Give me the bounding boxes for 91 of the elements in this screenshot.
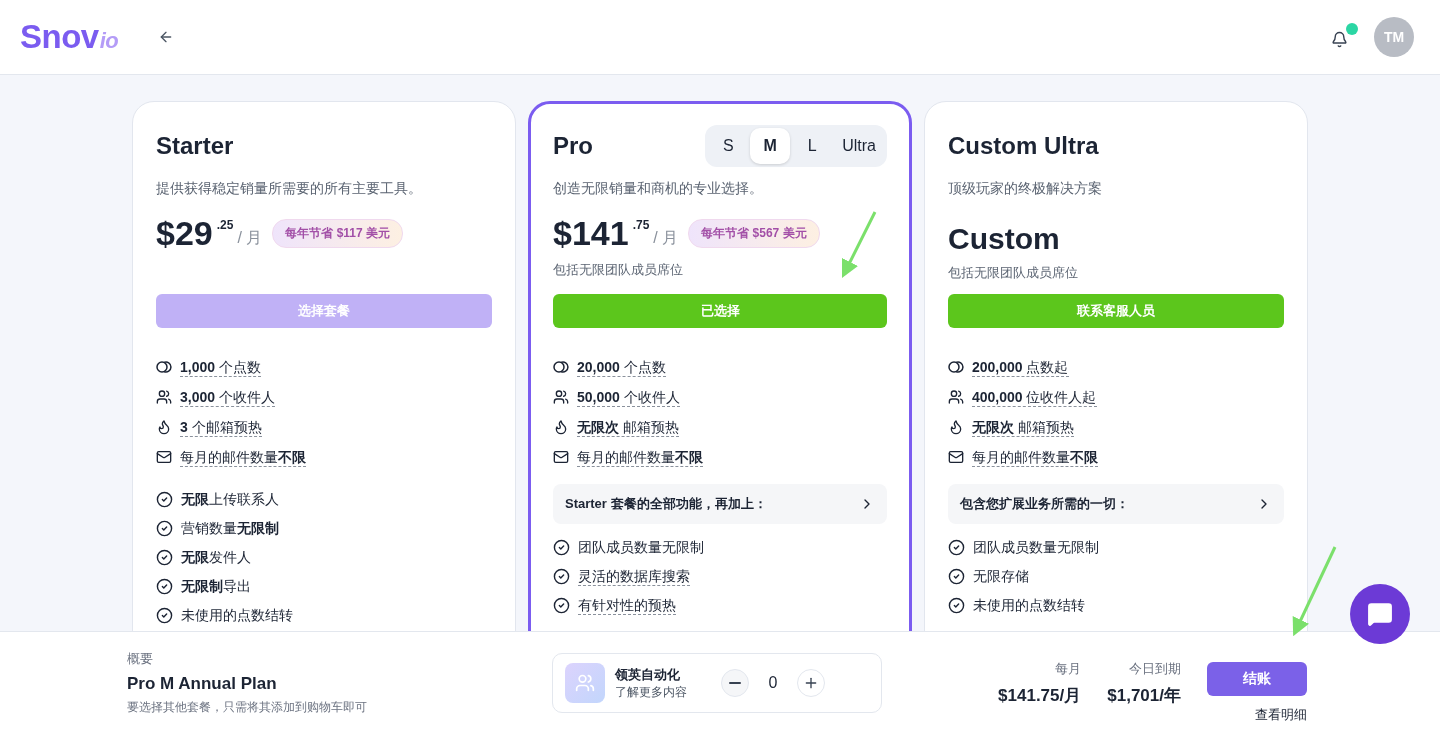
check-icon [948, 538, 965, 556]
usage-limit: 400,000 位收件人起 [972, 387, 1097, 407]
usage-limit: 每月的邮件数量不限 [180, 447, 306, 467]
usage-limit: 3,000 个收件人 [180, 387, 275, 407]
total-value: $1,701/年 [1107, 684, 1181, 707]
coins-icon [156, 359, 172, 375]
checkout-button[interactable]: 结账 [1207, 662, 1307, 696]
flame-icon [948, 419, 964, 435]
mail-icon [553, 449, 569, 465]
usage-limit: 每月的邮件数量不限 [972, 447, 1098, 467]
users-icon [553, 389, 569, 405]
feature-text: 未使用的点数结转 [181, 605, 293, 625]
check-icon [553, 567, 570, 585]
features-expander[interactable]: 包含您扩展业务所需的一切： [948, 484, 1284, 524]
quantity: 0 [767, 674, 779, 692]
addon-title: 领英自动化 [615, 665, 681, 684]
feature-text: 有针对性的预热 [578, 595, 676, 615]
total-label: 今日到期 [1129, 659, 1181, 678]
check-icon [948, 567, 965, 585]
size-option[interactable]: S [708, 128, 749, 164]
addon-icon [565, 663, 605, 703]
price-period: / 月 [237, 228, 263, 248]
check-icon [156, 577, 173, 595]
savings-badge: 每年节省 $117 美元 [272, 219, 403, 248]
feature-text: 无限上传联系人 [181, 489, 279, 509]
plan-summary: Pro M Annual Plan [127, 674, 278, 694]
annotation-arrow [842, 211, 877, 279]
coins-icon [948, 359, 964, 375]
plan-description: 顶级玩家的终极解决方案 [948, 180, 1103, 198]
check-icon [156, 519, 173, 537]
usage-limit: 无限次 邮箱预热 [577, 417, 679, 437]
check-icon [553, 538, 570, 556]
price-period: / 月 [653, 228, 679, 248]
usage-limit: 200,000 点数起 [972, 357, 1069, 377]
price-cents: .75 [632, 218, 650, 232]
size-option[interactable]: Ultra [834, 128, 884, 164]
mail-icon [948, 449, 964, 465]
plan-name: Custom Ultra [948, 132, 1099, 160]
flame-icon [553, 419, 569, 435]
chat-button[interactable] [1350, 584, 1410, 644]
price: $141 [553, 214, 629, 253]
seats-note: 包括无限团队成员席位 [553, 261, 684, 279]
savings-badge: 每年节省 $567 美元 [688, 219, 820, 248]
logo[interactable]: Snovio [20, 18, 119, 56]
feature-text: 团队成员数量无限制 [973, 537, 1099, 557]
check-icon [553, 596, 570, 614]
price: Custom [948, 222, 1061, 256]
plan-description: 提供获得稳定销量所需要的所有主要工具。 [156, 180, 423, 198]
size-option[interactable]: M [750, 128, 791, 164]
decrease-button[interactable] [721, 669, 749, 697]
plan-name: Starter [156, 132, 234, 160]
increase-button[interactable] [797, 669, 825, 697]
summary-label: 概要 [127, 650, 154, 668]
usage-limit: 20,000 个点数 [577, 357, 666, 377]
mail-icon [156, 449, 172, 465]
plus-icon [803, 675, 819, 691]
check-icon [948, 596, 965, 614]
usage-limit: 1,000 个点数 [180, 357, 261, 377]
feature-text: 无限存储 [973, 566, 1029, 586]
total-value: $141.75/月 [998, 684, 1082, 707]
usage-limit: 50,000 个收件人 [577, 387, 680, 407]
chat-icon [1367, 601, 1393, 627]
bell-icon [1331, 30, 1348, 48]
feature-text: 团队成员数量无限制 [578, 537, 704, 557]
users-icon [948, 389, 964, 405]
details-link[interactable]: 查看明细 [1255, 706, 1307, 724]
minus-icon [729, 682, 741, 684]
feature-text: 无限制导出 [181, 576, 251, 596]
features-expander[interactable]: Starter 套餐的全部功能，再加上： [553, 484, 887, 524]
size-option[interactable]: L [792, 128, 833, 164]
summary-hint: 要选择其他套餐，只需将其添加到购物车即可 [127, 699, 368, 716]
feature-text: 营销数量无限制 [181, 518, 279, 538]
total-label: 每月 [1055, 659, 1082, 678]
plan-description: 创造无限销量和商机的专业选择。 [553, 180, 764, 198]
check-icon [156, 548, 173, 566]
usage-limit: 3 个邮箱预热 [180, 417, 262, 437]
feature-text: 无限发件人 [181, 547, 251, 567]
learn-more-link[interactable]: 了解更多内容 [615, 683, 711, 701]
usage-limit: 每月的邮件数量不限 [577, 447, 703, 467]
check-icon [156, 490, 173, 508]
price-cents: .25 [216, 218, 234, 232]
check-icon [156, 606, 173, 624]
coins-icon [553, 359, 569, 375]
usage-limit: 无限次 邮箱预热 [972, 417, 1074, 437]
feature-text: 灵活的数据库搜索 [578, 566, 690, 586]
plan-name: Pro [553, 132, 593, 160]
flame-icon [156, 419, 172, 435]
feature-text: 未使用的点数结转 [973, 595, 1085, 615]
seats-note: 包括无限团队成员席位 [948, 264, 1079, 282]
users-icon [156, 389, 172, 405]
price: $29 [156, 214, 213, 253]
